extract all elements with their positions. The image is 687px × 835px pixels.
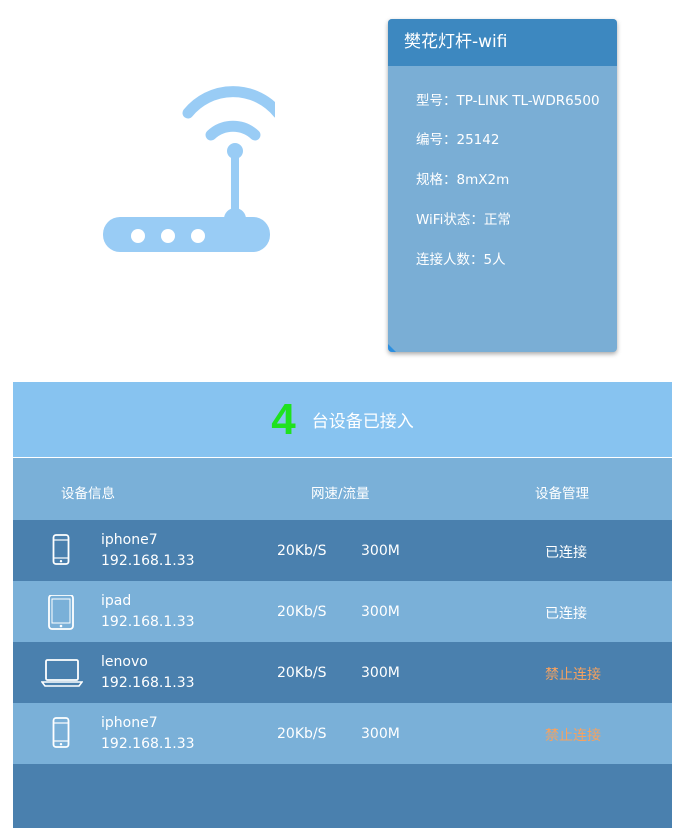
- device-name: ipad: [101, 593, 132, 609]
- column-device-info: 设备信息: [61, 486, 115, 502]
- device-count-label: 台设备已接入: [311, 412, 414, 432]
- phone-icon: [41, 717, 81, 751]
- device-ip: 192.168.1.33: [101, 736, 195, 752]
- device-name: lenovo: [101, 654, 148, 670]
- connection-status: 已连接: [545, 606, 587, 622]
- device-speed: 20Kb/S: [277, 665, 327, 681]
- table-row: iphone7 192.168.1.33 20Kb/S 300M 禁止连接: [13, 703, 672, 764]
- device-speed: 20Kb/S: [277, 726, 327, 742]
- block-connection-button[interactable]: 禁止连接: [545, 664, 601, 684]
- table-row: iphone7 192.168.1.33 20Kb/S 300M 已连接: [13, 520, 672, 581]
- device-traffic: 300M: [361, 543, 400, 559]
- card-title: 樊花灯杆-wifi: [388, 19, 617, 66]
- device-traffic: 300M: [361, 604, 400, 620]
- block-connection-button[interactable]: 禁止连接: [545, 725, 601, 745]
- column-management: 设备管理: [535, 486, 589, 502]
- laptop-icon: [40, 656, 84, 690]
- device-name: iphone7: [101, 532, 158, 548]
- wifi-status-text: WiFi状态：正常: [416, 212, 511, 228]
- wifi-router-icon: [100, 85, 284, 255]
- table-row: lenovo 192.168.1.33 20Kb/S 300M 禁止连接: [13, 642, 672, 703]
- table-header: 设备信息 网速/流量 设备管理: [13, 458, 672, 520]
- connected-devices-panel: 4 台设备已接入 设备信息 网速/流量 设备管理 iphone7 192.168…: [13, 382, 672, 828]
- tablet-icon: [41, 594, 81, 630]
- device-traffic: 300M: [361, 665, 400, 681]
- serial-number-text: 编号：25142: [416, 132, 500, 148]
- device-ip: 192.168.1.33: [101, 675, 195, 691]
- device-name: iphone7: [101, 715, 158, 731]
- connection-status: 已连接: [545, 545, 587, 561]
- device-ip: 192.168.1.33: [101, 614, 195, 630]
- device-speed: 20Kb/S: [277, 543, 327, 559]
- model-text: 型号：TP-LINK TL-WDR6500: [416, 93, 600, 109]
- device-speed: 20Kb/S: [277, 604, 327, 620]
- device-count: 4: [271, 394, 296, 444]
- spec-text: 规格：8mX2m: [416, 172, 510, 188]
- device-info-card: 樊花灯杆-wifi 型号：TP-LINK TL-WDR6500 编号：25142…: [388, 19, 617, 352]
- column-speed-traffic: 网速/流量: [311, 486, 370, 502]
- table-row: ipad 192.168.1.33 20Kb/S 300M 已连接: [13, 581, 672, 642]
- device-traffic: 300M: [361, 726, 400, 742]
- connections-text: 连接人数：5人: [416, 252, 506, 268]
- device-count-banner: 4 台设备已接入: [13, 382, 672, 458]
- device-ip: 192.168.1.33: [101, 553, 195, 569]
- phone-icon: [41, 534, 81, 568]
- card-corner-fold: [388, 344, 396, 352]
